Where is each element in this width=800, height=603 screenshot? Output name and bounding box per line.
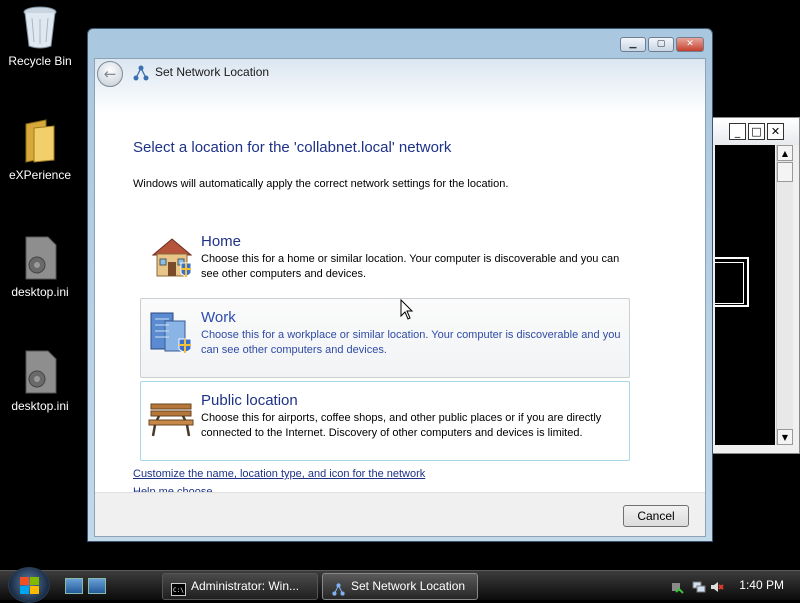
svg-text:C:\: C:\ [173,587,184,594]
maximize-button[interactable]: ▢ [648,37,674,52]
desktop-icon-label: Recycle Bin [8,54,72,68]
location-option-work[interactable]: Work Choose this for a workplace or simi… [140,298,630,378]
dialog-content: ← Set Network Location Select a location… [94,58,706,537]
system-clock[interactable]: 1:40 PM [739,578,784,592]
recycle-bin-icon [20,4,60,50]
customize-network-link[interactable]: Customize the name, location type, and i… [133,468,425,480]
location-option-public[interactable]: Public location Choose this for airports… [140,381,630,461]
taskbar-item-set-network-location[interactable]: Set Network Location [322,573,478,600]
settings-file-icon [20,235,60,281]
windows-logo-icon [20,577,39,594]
office-building-icon [147,309,197,357]
back-button[interactable]: ← [97,61,123,87]
taskbar-item-label: Administrator: Win... [191,579,300,593]
desktop-icon-label: desktop.ini [11,399,69,413]
show-desktop-icon[interactable] [65,578,83,594]
close-icon[interactable]: ✕ [767,123,784,140]
maximize-icon[interactable]: □ [748,123,765,140]
option-title: Public location [201,392,298,409]
network-icon [133,65,149,81]
command-prompt-icon: C:\ [171,580,186,596]
scroll-up-icon[interactable]: ▲ [777,145,793,161]
desktop-icon-desktop-ini-1[interactable]: desktop.ini [0,235,80,299]
taskbar-item-command-prompt[interactable]: C:\ Administrator: Win... [162,573,318,600]
close-button[interactable]: ✕ [676,37,704,52]
volume-muted-icon[interactable] [710,579,724,593]
desktop-icon-experience[interactable]: eXPerience [0,118,80,182]
desktop-icon-label: desktop.ini [11,285,69,299]
option-title: Home [201,233,242,250]
taskbar: C:\ Administrator: Win... Set Network Lo… [0,567,800,603]
console-output [715,145,775,445]
folder-icon [20,118,60,164]
settings-file-icon [20,349,60,395]
switch-windows-icon[interactable] [88,578,106,594]
option-description: Choose this for a home or similar locati… [201,253,620,280]
back-arrow-icon: ← [103,65,117,83]
desktop-icon-desktop-ini-2[interactable]: desktop.ini [0,349,80,413]
mouse-cursor-icon [400,298,414,321]
scroll-down-icon[interactable]: ▼ [777,429,793,445]
console-scrollbar[interactable]: ▲ ▼ [776,145,793,445]
desktop-icon-label: eXPerience [8,168,72,182]
system-tray: 1:40 PM [660,571,800,601]
page-description: Windows will automatically apply the cor… [133,178,509,190]
set-network-location-dialog: ▁ ▢ ✕ ← Set Network Location Select a lo… [87,28,713,542]
safely-remove-hardware-icon[interactable] [670,579,684,594]
console-window[interactable]: _ □ ✕ ▲ ▼ [712,117,800,454]
taskbar-item-label: Set Network Location [351,579,466,593]
scroll-thumb[interactable] [777,162,793,182]
minimize-button[interactable]: ▁ [620,37,646,52]
desktop: Recycle Bin eXPerience desktop.ini deskt… [0,0,800,570]
dialog-footer: Cancel [95,492,705,536]
network-icon [331,580,346,596]
option-description: Choose this for a workplace or similar l… [201,329,621,356]
start-button[interactable] [8,567,50,603]
network-status-icon[interactable] [692,579,706,593]
dialog-title: Set Network Location [155,65,270,79]
option-description: Choose this for airports, coffee shops, … [201,412,602,439]
cancel-button[interactable]: Cancel [623,505,689,527]
home-icon [147,233,197,281]
location-option-home[interactable]: Home Choose this for a home or similar l… [140,222,630,302]
page-heading: Select a location for the 'collabnet.loc… [133,139,452,156]
desktop-icon-recycle-bin[interactable]: Recycle Bin [0,4,80,68]
minimize-icon[interactable]: _ [729,123,746,140]
wizard-header: ← Set Network Location [95,59,705,114]
option-title: Work [201,309,236,326]
park-bench-icon [147,392,197,440]
